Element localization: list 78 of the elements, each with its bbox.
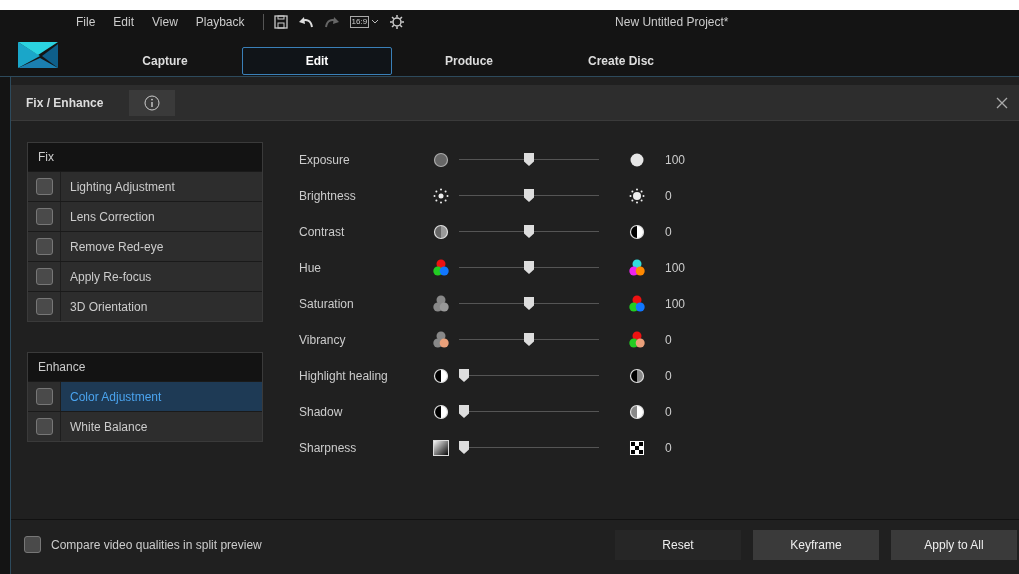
info-icon: [144, 94, 161, 111]
group-header: Enhance: [28, 353, 262, 381]
contrast-icon: [433, 224, 449, 240]
color-circles-icon: [629, 259, 645, 277]
checker-icon: [629, 440, 645, 456]
slider-value: 0: [665, 332, 672, 349]
checkbox[interactable]: [24, 536, 41, 553]
checkbox[interactable]: [35, 268, 53, 285]
checkbox[interactable]: [35, 238, 53, 255]
menu-item[interactable]: File: [76, 12, 96, 31]
slider-label: Exposure: [299, 152, 351, 169]
checkbox[interactable]: [35, 298, 53, 315]
contrast-icon: [629, 224, 645, 240]
circle-icon: [433, 152, 449, 168]
action-button[interactable]: Keyframe: [753, 529, 879, 560]
list-item[interactable]: Color Adjustment: [61, 382, 262, 411]
slider-label: Shadow: [299, 404, 344, 421]
tab[interactable]: Produce: [394, 46, 544, 75]
menu-item[interactable]: Edit: [113, 12, 135, 31]
sun-icon: [433, 188, 449, 204]
caret-icon: [371, 18, 380, 25]
tab[interactable]: Create Disc: [546, 46, 696, 75]
color-circles-icon: [433, 295, 449, 313]
slider-thumb[interactable]: [524, 333, 534, 346]
panel-title: Fix / Enhance: [26, 94, 104, 112]
slider-label: Contrast: [299, 224, 346, 241]
slider-label: Hue: [299, 260, 322, 277]
settings-icon[interactable]: [389, 13, 406, 30]
slider-thumb[interactable]: [524, 297, 534, 310]
compare-label: Compare video qualities in split preview: [51, 536, 262, 554]
redo-icon[interactable]: [323, 14, 340, 29]
slider-thumb[interactable]: [459, 441, 469, 454]
action-button[interactable]: Reset: [615, 529, 741, 560]
sun-icon: [629, 188, 645, 204]
color-circles-icon: [629, 295, 645, 313]
checkbox[interactable]: [35, 388, 53, 405]
checkbox[interactable]: [35, 208, 53, 225]
slider-value: 100: [665, 296, 686, 313]
app-logo: [16, 40, 60, 70]
slider-thumb[interactable]: [524, 225, 534, 238]
contrast-icon: [433, 404, 449, 420]
slider-thumb[interactable]: [459, 369, 469, 382]
gradient-square-icon: [433, 440, 449, 456]
slider-label: Highlight healing: [299, 368, 389, 385]
checkbox[interactable]: [35, 418, 53, 435]
slider-value: 0: [665, 368, 672, 385]
tab[interactable]: Capture: [90, 46, 240, 75]
slider-label: Saturation: [299, 296, 355, 313]
color-circles-icon: [433, 259, 449, 277]
contrast-icon: [629, 404, 645, 420]
contrast-icon: [433, 368, 449, 384]
slider-value: 0: [665, 224, 672, 241]
group-header: Fix: [28, 143, 262, 171]
contrast-icon: [629, 368, 645, 384]
slider-thumb[interactable]: [459, 405, 469, 418]
slider-value: 0: [665, 188, 672, 205]
slider-value: 100: [665, 260, 686, 277]
slider-label: Brightness: [299, 188, 357, 205]
tab[interactable]: Edit: [242, 46, 392, 75]
menu-item[interactable]: Playback: [195, 12, 245, 31]
action-button[interactable]: Apply to All: [891, 529, 1017, 560]
slider-thumb[interactable]: [524, 153, 534, 166]
color-circles-icon: [433, 331, 449, 349]
project-title: New Untitled Project*: [615, 13, 729, 31]
slider-label: Sharpness: [299, 440, 358, 457]
slider-value: 0: [665, 440, 672, 457]
save-icon[interactable]: [273, 14, 288, 29]
menu-item[interactable]: View: [152, 12, 178, 31]
info-button[interactable]: [129, 89, 176, 116]
slider-label: Vibrancy: [299, 332, 347, 349]
slider-value: 100: [665, 152, 686, 169]
checkbox[interactable]: [35, 178, 53, 195]
close-icon[interactable]: [996, 96, 1008, 109]
color-circles-icon: [629, 331, 645, 349]
slider-value: 0: [665, 404, 672, 421]
slider-thumb[interactable]: [524, 261, 534, 274]
slider-thumb[interactable]: [524, 189, 534, 202]
circle-icon: [629, 152, 645, 168]
